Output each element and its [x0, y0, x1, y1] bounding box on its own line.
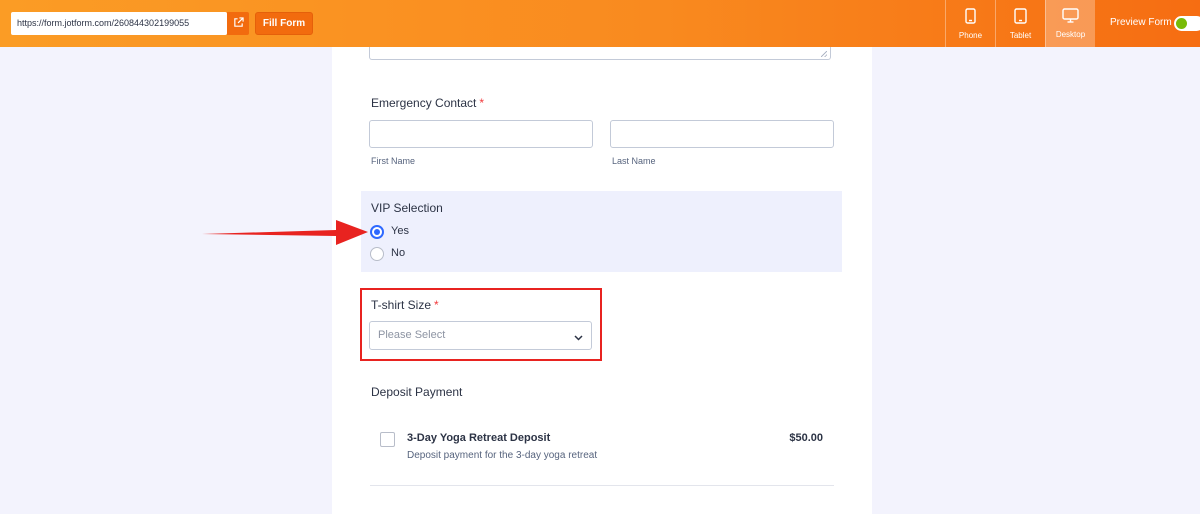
fill-form-button[interactable]: Fill Form	[255, 12, 313, 35]
tablet-icon	[1014, 7, 1027, 31]
tshirt-size-placeholder: Please Select	[378, 329, 446, 341]
product-name: 3-Day Yoga Retreat Deposit	[407, 432, 551, 444]
vip-yes-label[interactable]: Yes	[391, 225, 409, 237]
vip-no-label[interactable]: No	[391, 247, 405, 259]
form-url-field[interactable]: https://form.jotform.com/260844302199055	[11, 12, 227, 35]
last-name-sublabel: Last Name	[612, 156, 656, 166]
tshirt-size-label: T-shirt Size *	[371, 298, 439, 312]
device-phone-button[interactable]: Phone	[945, 0, 995, 47]
form-canvas: Emergency Contact * First Name Last Name …	[332, 47, 872, 514]
product-price: $50.00	[789, 432, 823, 444]
open-in-new-tab-button[interactable]	[227, 12, 249, 35]
device-tablet-button[interactable]: Tablet	[995, 0, 1045, 47]
device-label-phone: Phone	[958, 30, 983, 40]
device-label-desktop: Desktop	[1055, 30, 1086, 39]
vip-selection-label: VIP Selection	[371, 201, 443, 215]
annotation-arrow	[196, 214, 376, 259]
chevron-down-icon	[574, 332, 583, 344]
first-name-sublabel: First Name	[371, 156, 416, 166]
desktop-icon	[1062, 8, 1079, 30]
product-checkbox[interactable]	[380, 432, 395, 447]
last-name-input[interactable]	[610, 120, 834, 148]
device-switcher: Phone Tablet Desktop	[945, 0, 1095, 47]
top-toolbar: https://form.jotform.com/260844302199055…	[0, 0, 1200, 47]
external-link-icon	[233, 15, 244, 33]
device-desktop-button[interactable]: Desktop	[1045, 0, 1095, 47]
previous-textarea[interactable]	[369, 47, 831, 60]
toggle-knob	[1176, 18, 1187, 29]
first-name-input[interactable]	[369, 120, 593, 148]
phone-icon	[965, 7, 976, 31]
deposit-payment-label: Deposit Payment	[371, 385, 463, 399]
product-description: Deposit payment for the 3-day yoga retre…	[407, 450, 598, 461]
device-label-tablet: Tablet	[1009, 30, 1032, 40]
resize-grip-icon[interactable]	[821, 51, 827, 57]
emergency-contact-label: Emergency Contact *	[371, 96, 485, 110]
preview-form-label: Preview Form	[1110, 17, 1172, 28]
payment-divider	[370, 485, 834, 486]
tshirt-size-dropdown[interactable]: Please Select	[369, 321, 592, 350]
preview-form-toggle[interactable]	[1174, 16, 1200, 31]
